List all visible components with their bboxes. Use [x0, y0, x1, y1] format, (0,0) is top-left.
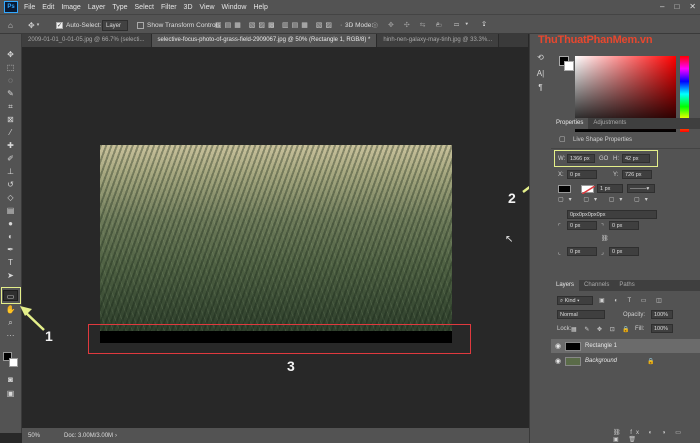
size-highlight: [554, 150, 658, 167]
x-label: X:: [558, 172, 564, 178]
stroke-swatch[interactable]: [581, 185, 596, 195]
tab-paths[interactable]: Paths: [614, 280, 639, 291]
stroke-type-dropdown[interactable]: ———▾: [627, 184, 655, 193]
character-panel-icon[interactable]: A|: [533, 68, 548, 79]
annotation-number-3: 3: [287, 358, 295, 374]
link-corners-icon[interactable]: ⛓: [601, 235, 609, 242]
no-stroke-icon: [581, 185, 596, 195]
corner-tl-icon: ⌜: [558, 224, 561, 230]
shape-icon: ▢: [559, 136, 566, 143]
paragraph-panel-icon[interactable]: ¶: [533, 82, 548, 93]
layer-thumbnail: [565, 341, 581, 351]
corner-br-icon: ⌟: [601, 250, 604, 256]
annotation-number-2: 2: [508, 190, 516, 206]
divider: [551, 148, 700, 149]
tab-properties[interactable]: Properties: [551, 118, 589, 129]
stroke-align-icons[interactable]: ▢▾ ▢▾ ▢▾ ▢▾: [558, 196, 653, 203]
stroke-width-field[interactable]: 1 px: [597, 184, 623, 193]
layer-thumbnail: [565, 356, 581, 366]
properties-tabs: Properties Adjustments: [551, 118, 700, 129]
right-panels: ThuThuatPhanMem.vn Properties Adjustment…: [538, 34, 700, 443]
visibility-eye-icon[interactable]: ◉: [551, 342, 565, 350]
fill-label: Fill:: [635, 326, 645, 332]
corner-tr-icon: ⌝: [601, 224, 604, 230]
arrow-1-head: [20, 306, 32, 316]
corner-radius-text[interactable]: 0px0px0px0px: [567, 210, 657, 219]
color-bg-swatch[interactable]: [564, 61, 574, 71]
visibility-eye-icon[interactable]: ◉: [551, 357, 565, 365]
opacity-field[interactable]: 100%: [651, 310, 673, 319]
panel-dock: ⟲ A| ¶: [529, 34, 551, 443]
tab-adjustments[interactable]: Adjustments: [588, 118, 631, 129]
corner-bl-field[interactable]: 0 px: [567, 247, 597, 256]
history-panel-icon[interactable]: ⟲: [533, 52, 548, 63]
layer-name: Rectangle 1: [585, 343, 618, 349]
corner-tl-field[interactable]: 0 px: [567, 221, 597, 230]
lock-icon: 🔒: [647, 358, 655, 365]
lock-icons[interactable]: ▦ ✎ ✥ ⊡ 🔒: [571, 326, 633, 333]
annotation-number-1: 1: [45, 328, 53, 344]
layer-row-background[interactable]: ◉ Background 🔒: [551, 354, 700, 368]
layer-filter-icons[interactable]: ▣ ◐ T ▭ ◫: [599, 297, 666, 304]
layer-name: Background: [585, 358, 618, 364]
y-field[interactable]: 726 px: [622, 170, 652, 179]
properties-title: Live Shape Properties: [573, 137, 633, 143]
layer-actions-icons[interactable]: ⛓ fx ◐ ◑ ▭ ▣ 🗑: [613, 429, 700, 443]
y-label: Y:: [613, 172, 619, 178]
tab-layers[interactable]: Layers: [551, 280, 580, 291]
corner-tr-field[interactable]: 0 px: [609, 221, 639, 230]
opacity-label: Opacity:: [623, 312, 646, 318]
kind-label: Kind: [564, 298, 576, 304]
fill-swatch[interactable]: [558, 185, 571, 193]
blend-mode-dropdown[interactable]: Normal: [557, 310, 605, 319]
x-field[interactable]: 0 px: [567, 170, 597, 179]
watermark: ThuThuatPhanMem.vn: [538, 34, 653, 46]
fill-field[interactable]: 100%: [651, 324, 673, 333]
tab-channels[interactable]: Channels: [579, 280, 614, 291]
layers-tabs: Layers Channels Paths: [551, 280, 700, 291]
lock-label: Lock:: [557, 326, 572, 332]
layer-row-rectangle[interactable]: ◉ Rectangle 1: [551, 339, 700, 353]
kind-filter[interactable]: ⌕ Kind ▾: [557, 296, 593, 305]
corner-bl-icon: ⌞: [558, 250, 561, 256]
corner-br-field[interactable]: 0 px: [609, 247, 639, 256]
